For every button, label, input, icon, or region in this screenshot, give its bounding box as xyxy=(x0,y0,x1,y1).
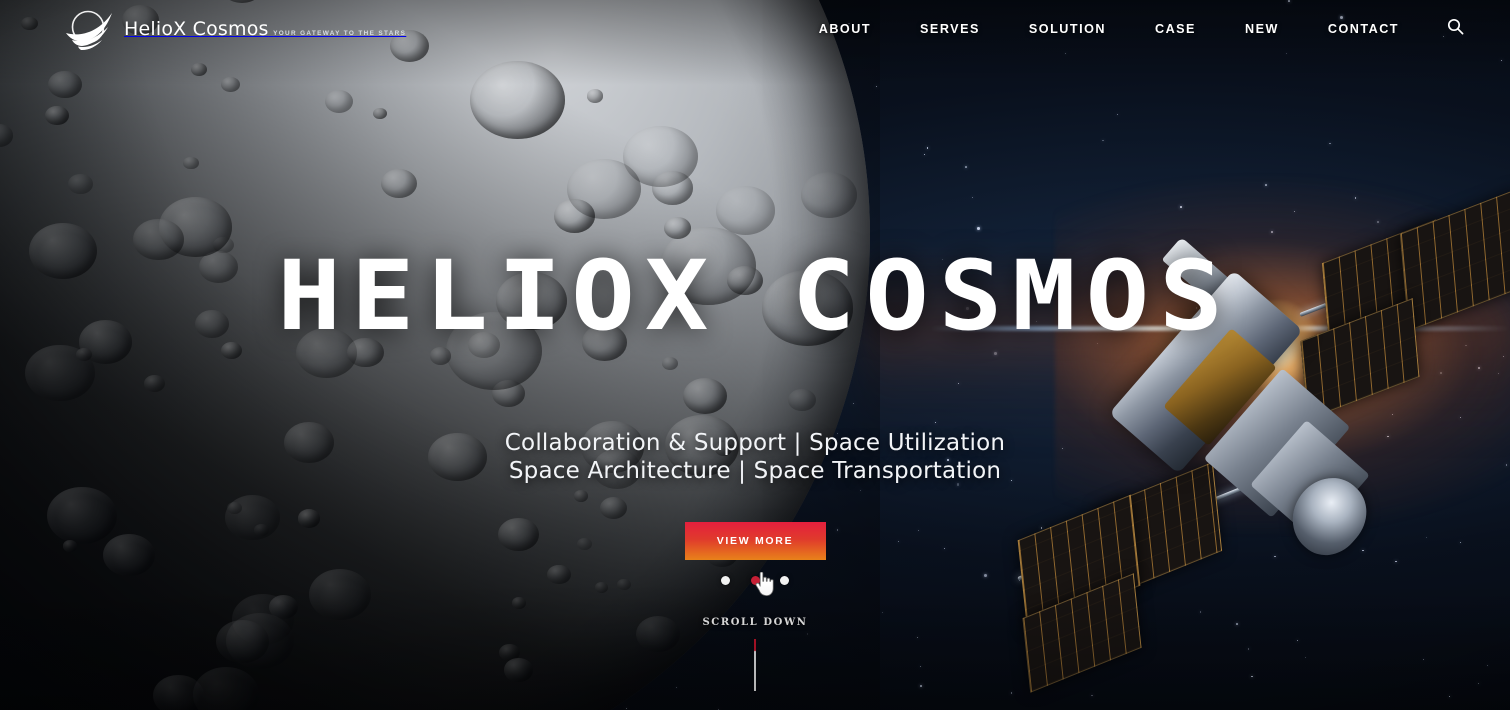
scroll-down-indicator[interactable]: SCROLL DOWN xyxy=(0,617,1510,691)
nav-item-about[interactable]: ABOUT xyxy=(819,22,871,36)
search-button[interactable] xyxy=(1447,18,1464,40)
logo-title: HelioX Cosmos xyxy=(124,17,269,40)
nav-item-contact[interactable]: CONTACT xyxy=(1328,22,1399,36)
scroll-down-line xyxy=(754,639,756,691)
slider-dot-1[interactable] xyxy=(721,576,731,586)
slider-dot-2[interactable] xyxy=(750,576,760,586)
nav-item-new[interactable]: NEW xyxy=(1245,22,1279,36)
search-icon xyxy=(1447,18,1464,40)
page-root: HelioX Cosmos YOUR GATEWAY TO THE STARS … xyxy=(0,0,1510,710)
scroll-down-label: SCROLL DOWN xyxy=(702,617,808,628)
slider-dot-3[interactable] xyxy=(779,576,789,586)
hero-subtitle-line-2: Space Architecture | Space Transportatio… xyxy=(508,458,1002,484)
page-title: HELIOX COSMOS xyxy=(277,240,1233,352)
comet-swoosh-logo-icon xyxy=(64,7,120,51)
cta-container: VIEW MORE xyxy=(0,522,1510,560)
nav-item-case[interactable]: CASE xyxy=(1155,22,1196,36)
view-more-button[interactable]: VIEW MORE xyxy=(684,522,826,560)
logo-link[interactable]: HelioX Cosmos YOUR GATEWAY TO THE STARS xyxy=(64,7,406,51)
logo-tagline: YOUR GATEWAY TO THE STARS xyxy=(273,29,407,37)
nav-item-solution[interactable]: SOLUTION xyxy=(1029,22,1106,36)
site-header: HelioX Cosmos YOUR GATEWAY TO THE STARS … xyxy=(0,0,1510,58)
logo-text-block: HelioX Cosmos YOUR GATEWAY TO THE STARS xyxy=(124,19,406,40)
hero-section: HELIOX COSMOS Collaboration & Support | … xyxy=(0,0,1510,710)
hero-subtitle: Collaboration & Support | Space Utilizat… xyxy=(0,430,1510,485)
nav-item-serves[interactable]: SERVES xyxy=(920,22,980,36)
slider-pagination xyxy=(0,572,1510,586)
main-navigation: ABOUT SERVES SOLUTION CASE NEW CONTACT xyxy=(819,18,1464,40)
hero-subtitle-line-1: Collaboration & Support | Space Utilizat… xyxy=(504,430,1006,456)
